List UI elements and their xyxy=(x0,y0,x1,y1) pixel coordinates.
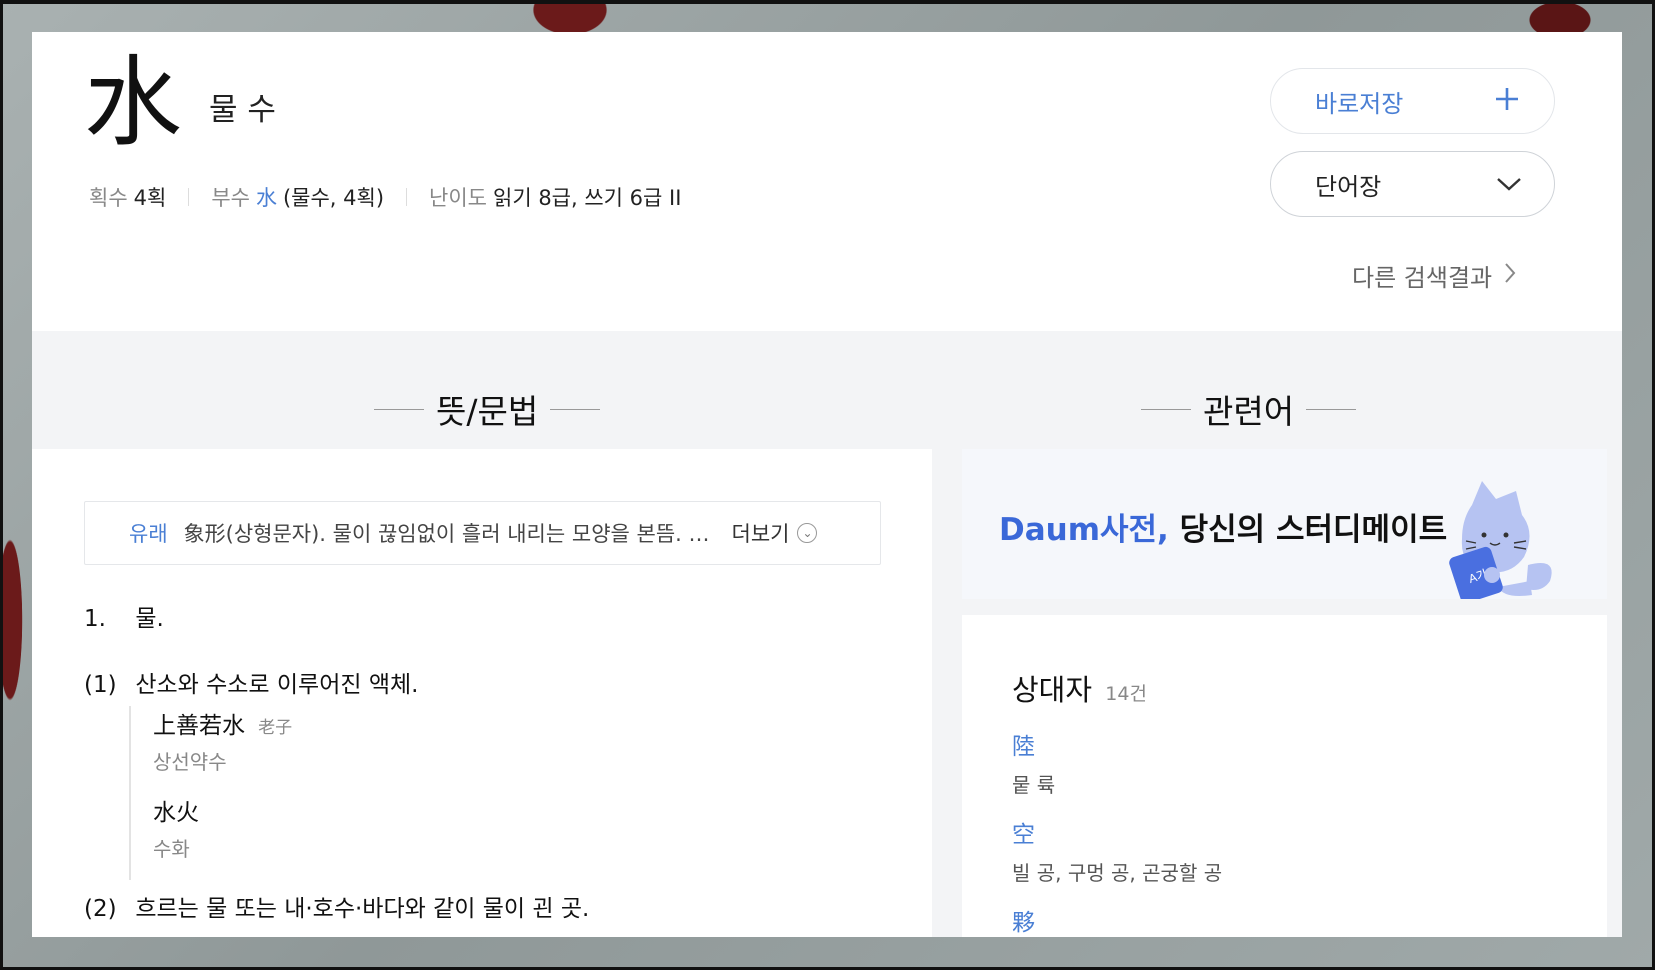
meaning-panel: 유래 象形(상형문자). 물이 끊임없이 흘러 내리는 모양을 본뜸. … 더보… xyxy=(32,449,932,937)
frame-border xyxy=(0,0,1655,4)
quick-save-label: 바로저장 xyxy=(1315,89,1404,118)
related-heading: 상대자 14건 xyxy=(1012,667,1147,709)
example-source: 老子 xyxy=(258,718,293,738)
title-line xyxy=(1141,408,1191,410)
section-title-related: 관련어 xyxy=(1129,385,1368,433)
definition-text: 물. xyxy=(135,606,164,632)
promo-banner[interactable]: Daum사전, 당신의 스터디메이트 A가 xyxy=(962,449,1607,604)
entry-hanja: 水 xyxy=(84,46,183,160)
title-line xyxy=(1306,408,1357,410)
related-char-link[interactable]: 陸 xyxy=(1012,727,1055,761)
entry-meta: 획수 4획 부수 水 (물수, 4획) 난이도 읽기 8급, 쓰기 6급 II xyxy=(89,182,681,212)
related-char-link[interactable]: 空 xyxy=(1012,815,1222,849)
title-line xyxy=(550,408,601,410)
origin-box: 유래 象形(상형문자). 물이 끊임없이 흘러 내리는 모양을 본뜸. … 더보… xyxy=(84,501,881,565)
section-title-meaning: 뜻/문법 xyxy=(362,385,612,433)
sub-definition-text: 흐르는 물 또는 내·호수·바다와 같이 물이 괸 곳. xyxy=(135,896,590,922)
entry-reading: 물 수 xyxy=(209,92,276,128)
quick-save-button[interactable]: 바로저장 xyxy=(1270,68,1555,134)
title-line xyxy=(374,408,424,410)
example-item: 上善若水 老子 상선약수 xyxy=(153,706,292,775)
section-title-meaning-label: 뜻/문법 xyxy=(436,392,539,431)
level-label: 난이도 xyxy=(429,186,487,210)
sub-definition-item: (2) 흐르는 물 또는 내·호수·바다와 같이 물이 괸 곳. xyxy=(84,889,589,923)
banner-slogan: 당신의 스터디메이트 xyxy=(1168,512,1448,548)
strokes-value: 4획 xyxy=(133,186,167,210)
divider xyxy=(188,188,190,206)
related-char-link[interactable]: 夥 xyxy=(1012,903,1035,937)
plus-icon xyxy=(1494,84,1520,118)
example-hanja[interactable]: 上善若水 xyxy=(153,713,245,739)
related-item: 陸 뭍 륙 xyxy=(1012,727,1055,798)
chevron-down-circle-icon: ⌄ xyxy=(797,523,818,543)
example-item: 水火 수화 xyxy=(153,793,292,862)
sub-definition-number: (2) xyxy=(84,896,117,922)
radical-label: 부수 xyxy=(211,186,250,210)
other-results-label: 다른 검색결과 xyxy=(1352,264,1493,292)
cat-mascot-icon: A가 xyxy=(1432,477,1562,604)
banner-text: Daum사전, 당신의 스터디메이트 xyxy=(999,504,1447,549)
chevron-down-icon xyxy=(1496,170,1522,198)
related-count: 14건 xyxy=(1105,683,1147,705)
sub-definition-number: (1) xyxy=(84,672,117,698)
example-reading: 상선약수 xyxy=(153,750,227,774)
more-label: 더보기 xyxy=(731,522,790,546)
example-reading: 수화 xyxy=(153,837,190,861)
related-meaning: 뭍 륙 xyxy=(1012,773,1056,797)
vocab-label: 단어장 xyxy=(1315,172,1382,201)
origin-text: 象形(상형문자). 물이 끊임없이 흘러 내리는 모양을 본뜸. … xyxy=(183,522,710,546)
sub-definition-text: 산소와 수소로 이루어진 액체. xyxy=(135,672,419,698)
radical-link[interactable]: 水 xyxy=(256,182,277,212)
example-list: 上善若水 老子 상선약수 水火 수화 xyxy=(129,706,292,880)
related-panel: 상대자 14건 陸 뭍 륙 空 빌 공, 구멍 공, 곤궁할 공 夥 xyxy=(962,615,1607,937)
radical-detail: (물수, 4획) xyxy=(282,186,385,210)
vocab-dropdown-button[interactable]: 단어장 xyxy=(1270,151,1555,217)
related-item: 空 빌 공, 구멍 공, 곤궁할 공 xyxy=(1012,815,1222,886)
section-title-related-label: 관련어 xyxy=(1203,392,1295,431)
definition-number: 1. xyxy=(84,606,106,632)
definition-item: 1. 물. xyxy=(84,599,164,633)
related-meaning: 빌 공, 구멍 공, 곤궁할 공 xyxy=(1012,861,1223,885)
strokes-label: 획수 xyxy=(89,186,128,210)
related-item: 夥 xyxy=(1012,903,1035,937)
sub-definition-item: (1) 산소와 수소로 이루어진 액체. xyxy=(84,665,418,699)
dictionary-panel: 水 물 수 획수 4획 부수 水 (물수, 4획) 난이도 읽기 8급, 쓰기 … xyxy=(32,32,1622,937)
chevron-right-icon xyxy=(1504,261,1516,291)
example-hanja[interactable]: 水火 xyxy=(153,800,199,826)
banner-brand: Daum사전, xyxy=(999,512,1169,548)
divider xyxy=(406,188,408,206)
level-value: 읽기 8급, 쓰기 6급 II xyxy=(493,186,682,210)
frame-border xyxy=(0,0,3,970)
more-button[interactable]: 더보기 ⌄ xyxy=(732,518,818,548)
related-heading-label: 상대자 xyxy=(1012,673,1093,707)
origin-tag: 유래 xyxy=(129,522,168,546)
other-results-link[interactable]: 다른 검색결과 xyxy=(1352,258,1516,293)
